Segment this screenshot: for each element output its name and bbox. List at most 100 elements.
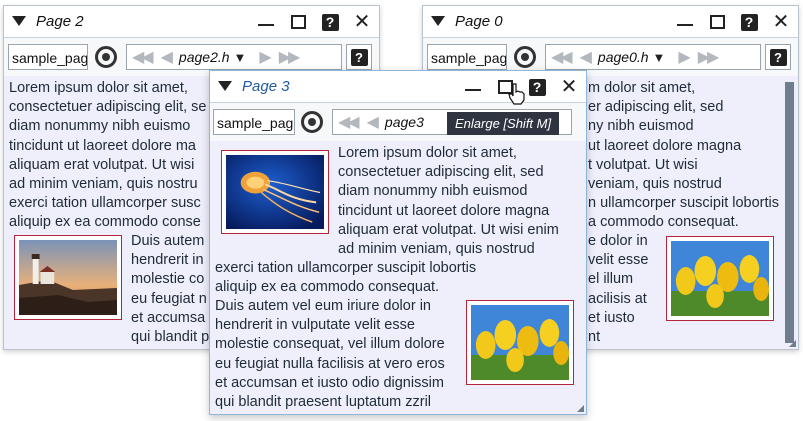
last-page-icon[interactable]: ▶▶: [693, 47, 722, 67]
file-select-field[interactable]: sample_pag: [427, 44, 507, 70]
page-navigator: ◀◀ ◀ page0.h ▼ ▶ ▶▶: [545, 44, 761, 70]
chevron-down-icon[interactable]: ▼: [653, 50, 674, 65]
resize-grip-icon[interactable]: [577, 405, 584, 412]
file-select-field[interactable]: sample_pag: [8, 44, 88, 70]
close-button[interactable]: ✕: [351, 11, 373, 33]
text-line: eu feugiat nulla facilisis at vero eros: [215, 355, 445, 372]
help-button[interactable]: ?: [526, 76, 548, 98]
title-bar[interactable]: Page 2 ? ✕: [4, 6, 379, 36]
close-icon: ✕: [560, 76, 578, 98]
triangle-down-icon[interactable]: [12, 16, 26, 26]
text-line: et accumsan et iusto odio dignissim: [215, 374, 444, 391]
text-line: nt: [588, 329, 601, 346]
text-line: ut laoreet dolore magna: [588, 137, 742, 154]
text-line: ad minim veniam, quis nostrud: [338, 241, 535, 258]
last-page-icon[interactable]: ▶▶: [274, 47, 303, 67]
first-page-icon[interactable]: ◀◀: [333, 112, 362, 132]
text-line: ad minim veniam, quis nostru: [9, 176, 198, 193]
text-line: el illum: [588, 271, 634, 288]
file-select-field[interactable]: sample_pag: [213, 109, 295, 135]
text-line: exerci tation ullamcorper susc: [9, 195, 201, 212]
text-line: consectetuer adipiscing elit, sed: [338, 164, 544, 181]
window-title: Page 2: [36, 12, 84, 30]
text-line: t volutpat. Ut wisi: [588, 156, 698, 173]
page-label[interactable]: page0.h: [594, 49, 653, 65]
title-bar[interactable]: Page 3 ? ✕: [210, 71, 586, 101]
minimize-button[interactable]: [674, 11, 696, 33]
triangle-down-icon[interactable]: [431, 16, 445, 26]
hand-cursor-icon: [508, 83, 525, 105]
sync-icon[interactable]: [514, 46, 536, 68]
close-icon: ✕: [772, 11, 790, 33]
text-line: m dolor sit amet,: [588, 80, 696, 96]
close-icon: ✕: [353, 11, 371, 33]
text-line: qui blandit praesent luptatum zzril: [215, 394, 432, 411]
jellyfish-picture: [226, 155, 324, 229]
jellyfish-image: [221, 150, 329, 234]
triangle-down-icon[interactable]: [218, 81, 232, 91]
text-line: Duis autem vel eum iriure dolor in: [215, 298, 431, 314]
text-line: molestie consequat, vel illum dolore: [215, 336, 445, 353]
prev-page-icon[interactable]: ◀: [362, 112, 381, 132]
next-page-icon[interactable]: ▶: [254, 47, 273, 67]
text-line: Lorem ipsum dolor sit amet,: [338, 145, 517, 161]
page-label[interactable]: page2.h: [175, 49, 234, 65]
text-line: diam nonummy nibh euismo: [9, 118, 191, 135]
text-line: aliquam erat volutpat. Ut wisi enim: [338, 221, 559, 238]
text-line: consectetuer adipiscing elit, se: [9, 99, 207, 116]
text-line: velit esse: [588, 252, 649, 269]
text-line: Lorem ipsum dolor sit amet,: [9, 80, 188, 96]
text-line: er adipiscing elit, sed: [588, 99, 724, 116]
vertical-scrollbar[interactable]: [785, 82, 794, 343]
page-label[interactable]: page3: [381, 114, 428, 130]
tulips-image: [466, 300, 574, 385]
window-title: Page 3: [242, 77, 290, 95]
text-line: n ullamcorper suscipit lobortis: [588, 195, 779, 212]
prev-page-icon[interactable]: ◀: [575, 47, 594, 67]
text-line: aliquip ex ea commodo conse: [9, 214, 201, 231]
close-button[interactable]: ✕: [558, 76, 580, 98]
text-line: ny nibh euismod: [588, 118, 694, 135]
page-content: Lorem ipsum dolor sit amet, consectetuer…: [210, 141, 586, 414]
window-title: Page 0: [455, 12, 503, 30]
help-icon: ?: [350, 48, 368, 66]
text-line: veniam, quis nostrud: [588, 176, 722, 193]
help-icon: ?: [769, 48, 787, 66]
minimize-button[interactable]: [462, 76, 484, 98]
next-page-icon[interactable]: ▶: [673, 47, 692, 67]
text-line: aliquip ex ea commodo consequat.: [215, 279, 440, 296]
maximize-button[interactable]: [287, 11, 309, 33]
text-line: diam nonummy nibh euismod: [338, 183, 528, 200]
resize-grip-icon[interactable]: [789, 340, 796, 347]
help-button[interactable]: ?: [738, 11, 760, 33]
minimize-icon: [465, 89, 481, 91]
first-page-icon[interactable]: ◀◀: [546, 47, 575, 67]
help-icon: ?: [321, 13, 339, 31]
help-icon: ?: [528, 78, 546, 96]
first-page-icon[interactable]: ◀◀: [127, 47, 156, 67]
close-button[interactable]: ✕: [770, 11, 792, 33]
maximize-icon: [290, 15, 306, 29]
tulips-picture: [671, 241, 769, 316]
prev-page-icon[interactable]: ◀: [156, 47, 175, 67]
text-line: tincidunt ut laoreet dolore ma: [9, 137, 196, 154]
chevron-down-icon[interactable]: ▼: [234, 50, 255, 65]
text-line: exerci tation ullamcorper suscipit lobor…: [215, 260, 477, 276]
tulips-image: [666, 236, 774, 321]
lighthouse-picture: [19, 240, 117, 315]
minimize-icon: [677, 24, 693, 26]
help-button[interactable]: ?: [765, 44, 791, 70]
lighthouse-image: [14, 235, 122, 320]
maximize-button[interactable]: [706, 11, 728, 33]
tooltip: Enlarge [Shift M]: [447, 112, 560, 135]
sync-icon[interactable]: [301, 111, 323, 133]
title-bar[interactable]: Page 0 ? ✕: [423, 6, 798, 36]
text-line: e dolor in: [588, 233, 648, 249]
help-button[interactable]: ?: [319, 11, 341, 33]
sync-icon[interactable]: [95, 46, 117, 68]
minimize-button[interactable]: [255, 11, 277, 33]
minimize-icon: [258, 24, 274, 26]
text-line: a commodo consequat.: [588, 214, 739, 231]
text-line: et iusto: [588, 309, 635, 326]
help-button[interactable]: ?: [346, 44, 372, 70]
